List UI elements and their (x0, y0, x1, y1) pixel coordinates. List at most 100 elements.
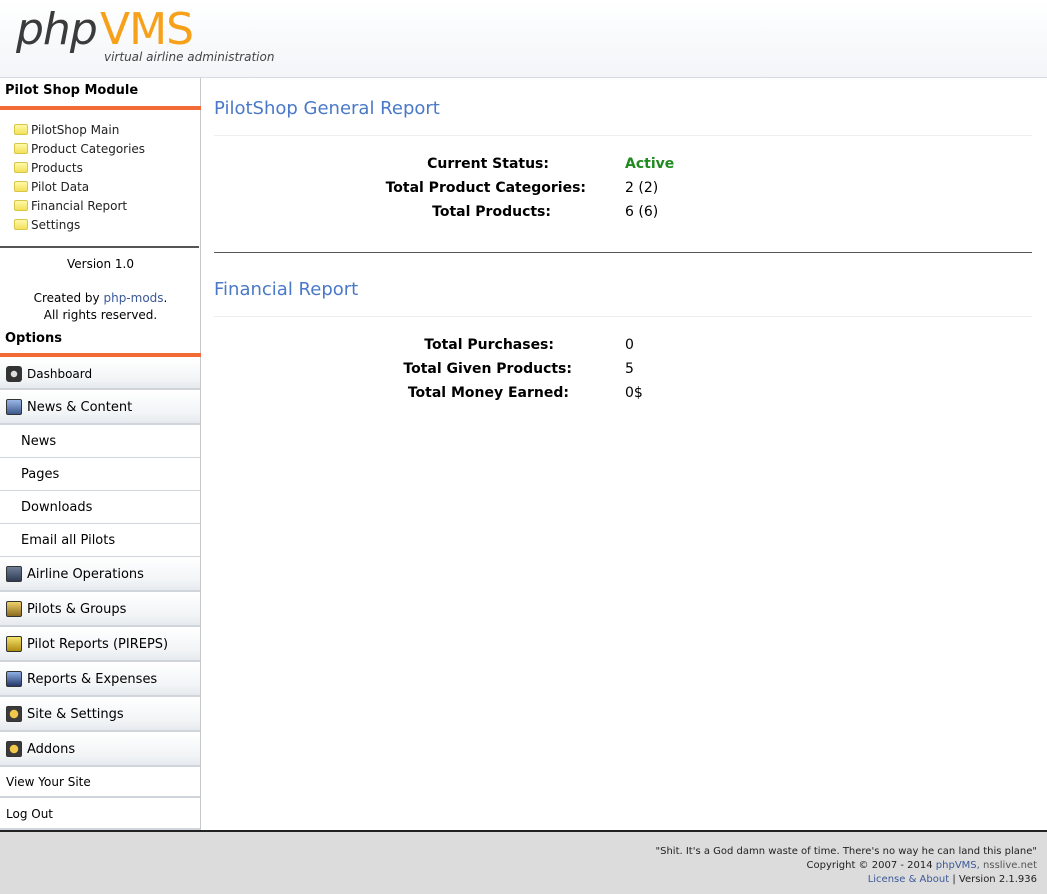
financial-report-title: Financial Report (214, 279, 359, 300)
pireps-icon (6, 636, 22, 652)
menu-dashboard[interactable]: Dashboard (0, 360, 200, 390)
reports-icon (6, 671, 22, 687)
menu-label: Pilot Reports (PIREPS) (27, 636, 169, 652)
given-products-label: Total Given Products: (403, 361, 572, 377)
main-content: PilotShop General Report Current Status:… (214, 78, 1032, 830)
logo-vms-text: VMS (100, 4, 194, 55)
header: php VMS virtual airline administration (0, 0, 1047, 78)
menu-pireps[interactable]: Pilot Reports (PIREPS) (0, 628, 200, 662)
status-row: Current Status: Active (214, 156, 1032, 176)
menu-label: Airline Operations (27, 566, 144, 582)
menu-label: Dashboard (27, 367, 93, 381)
module-item-pilotshop-main[interactable]: PilotShop Main (14, 120, 194, 139)
footer-separator: | (952, 874, 956, 885)
pilots-icon (6, 601, 22, 617)
menu-pilots-groups[interactable]: Pilots & Groups (0, 593, 200, 627)
menu-label: Downloads (21, 500, 93, 515)
sidebar: Pilot Shop Module PilotShop Main Product… (0, 78, 201, 830)
folder-icon (14, 143, 28, 154)
money-earned-label: Total Money Earned: (407, 385, 569, 401)
module-item-label: Products (31, 160, 83, 175)
menu-airline-operations[interactable]: Airline Operations (0, 558, 200, 592)
created-by-text: Created by (33, 291, 100, 305)
addons-icon (6, 741, 22, 757)
purchases-row: Total Purchases: 0 (214, 337, 1032, 357)
menu-email-pilots[interactable]: Email all Pilots (0, 525, 200, 557)
folder-icon (14, 124, 28, 135)
products-row: Total Products: 6 (6) (214, 204, 1032, 224)
title-underline (214, 135, 1032, 136)
sidebar-divider (0, 246, 199, 248)
module-item-label: PilotShop Main (31, 122, 120, 137)
menu-label: Pages (21, 467, 60, 482)
title-underline (214, 316, 1032, 317)
money-earned-row: Total Money Earned: 0$ (214, 385, 1032, 405)
money-earned-value: 0$ (625, 385, 643, 401)
phpvms-logo[interactable]: php VMS virtual airline administration (16, 4, 276, 72)
footer-quote: "Shit. It's a God damn waste of time. Th… (655, 846, 1038, 857)
purchases-label: Total Purchases: (424, 337, 554, 353)
menu-pages[interactable]: Pages (0, 459, 200, 491)
module-item-settings[interactable]: Settings (14, 215, 194, 234)
module-item-label: Financial Report (31, 198, 128, 213)
products-value: 6 (6) (625, 204, 659, 220)
folder-icon (14, 181, 28, 192)
menu-news-content[interactable]: News & Content (0, 391, 200, 425)
menu-downloads[interactable]: Downloads (0, 492, 200, 524)
module-item-label: Product Categories (31, 141, 146, 156)
footer: "Shit. It's a God damn waste of time. Th… (0, 830, 1047, 894)
menu-label: News & Content (27, 399, 133, 415)
folder-icon (14, 200, 28, 211)
menu-label: View Your Site (6, 775, 91, 789)
airline-icon (6, 566, 22, 582)
menu-site-settings[interactable]: Site & Settings (0, 698, 200, 732)
products-label: Total Products: (432, 204, 551, 220)
footer-version: Version 2.1.936 (958, 874, 1037, 885)
created-end: . (163, 291, 168, 305)
module-item-label: Settings (31, 217, 81, 232)
menu-label: Email all Pilots (21, 533, 116, 548)
menu-addons[interactable]: Addons (0, 733, 200, 767)
section-divider (214, 252, 1032, 253)
license-link[interactable]: License & About (868, 874, 949, 885)
logo-tagline: virtual airline administration (104, 50, 275, 64)
news-icon (6, 399, 22, 415)
module-version: Version 1.0 (66, 257, 135, 271)
module-item-pilot-data[interactable]: Pilot Data (14, 177, 194, 196)
menu-view-site[interactable]: View Your Site (0, 768, 200, 798)
purchases-value: 0 (625, 337, 634, 353)
menu-label: Site & Settings (27, 706, 124, 722)
folder-icon (14, 162, 28, 173)
footer-copyright: Copyright © 2007 - 2014 phpVMS, nsslive.… (807, 860, 1037, 871)
general-report-title: PilotShop General Report (214, 98, 440, 119)
settings-icon (6, 706, 22, 722)
module-title: Pilot Shop Module (0, 78, 201, 110)
module-item-financial-report[interactable]: Financial Report (14, 196, 194, 215)
dashboard-icon (6, 366, 22, 382)
module-credits: Created by php-mods. All rights reserved… (0, 290, 201, 324)
menu-label: Log Out (6, 806, 54, 821)
module-item-label: Pilot Data (31, 179, 90, 194)
module-menu: PilotShop Main Product Categories Produc… (14, 120, 194, 234)
phpvms-link[interactable]: phpVMS, (936, 860, 980, 871)
folder-icon (14, 219, 28, 230)
menu-label: Pilots & Groups (27, 601, 127, 617)
php-mods-link[interactable]: php-mods (103, 291, 163, 305)
menu-news[interactable]: News (0, 426, 200, 458)
status-label: Current Status: (427, 156, 549, 172)
module-item-product-categories[interactable]: Product Categories (14, 139, 194, 158)
rights-text: All rights reserved. (43, 308, 158, 322)
module-item-products[interactable]: Products (14, 158, 194, 177)
categories-value: 2 (2) (625, 180, 659, 196)
nsslive-link[interactable]: nsslive.net (983, 860, 1037, 871)
given-products-row: Total Given Products: 5 (214, 361, 1032, 381)
menu-label: Addons (27, 741, 76, 757)
footer-license: License & About | Version 2.1.936 (868, 874, 1037, 885)
menu-reports-expenses[interactable]: Reports & Expenses (0, 663, 200, 697)
status-value: Active (625, 156, 675, 172)
categories-row: Total Product Categories: 2 (2) (214, 180, 1032, 200)
menu-label: News (21, 434, 57, 449)
menu-logout[interactable]: Log Out (0, 799, 200, 830)
options-title: Options (0, 330, 201, 357)
given-products-value: 5 (625, 361, 634, 377)
